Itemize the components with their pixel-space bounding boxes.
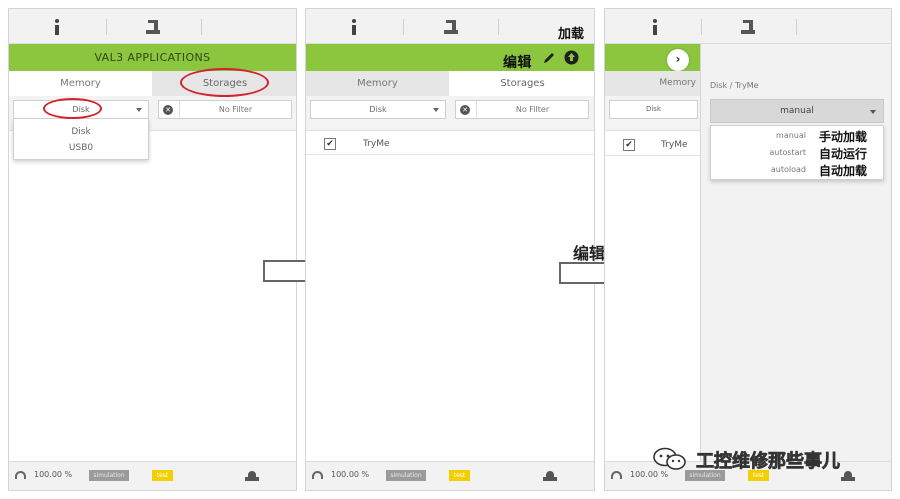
robot-power-icon[interactable] [245,471,259,481]
pencil-icon[interactable] [542,51,556,65]
properties-pane: Disk / TryMe manual manual 手动加载 autostar… [700,44,891,463]
info-icon[interactable] [650,17,660,37]
panel-application-list: 加载 编辑 Memory Storages Disk ✕ No Filter ✔… [305,8,595,491]
toolbar-divider [201,19,202,35]
simulation-badge: simulation [89,470,129,481]
simulation-badge: simulation [386,470,426,481]
mode-option-value: manual [776,131,806,140]
speed-gauge-icon [312,471,323,479]
clear-filter-icon[interactable]: ✕ [163,105,173,115]
toolbar-divider [701,19,702,35]
filter-row: Disk ✕ No Filter [306,96,594,131]
mode-option-autoload[interactable]: autoload 自动加载 [711,162,883,179]
mode-option-autostart[interactable]: autostart 自动运行 [711,145,883,162]
name-filter[interactable]: ✕ No Filter [455,100,589,119]
autorun-mode-value: manual [780,106,814,116]
chevron-down-icon [433,108,439,112]
app-title-bar: VAL3 APPLICATIONS [9,44,296,71]
chevron-down-icon [136,108,142,112]
storage-dropdown: Disk USB0 [13,118,149,160]
info-icon[interactable] [349,17,359,37]
mode-badge: test [449,470,470,481]
mode-option-annotation: 自动加载 [819,164,868,178]
filter-row: Disk [605,96,700,131]
speed-value: 100.00 % [331,470,370,479]
clear-filter-icon[interactable]: ✕ [460,105,470,115]
robot-arm-icon[interactable] [146,18,160,34]
status-bar: 100.00 % simulation test [9,461,296,490]
storage-tabs: Memory Storages [306,71,594,96]
tab-memory[interactable]: Memory [9,71,152,96]
application-name: TryMe [363,139,390,149]
top-toolbar [9,9,296,44]
application-name: TryMe [661,140,688,150]
autorun-mode-dropdown: manual 手动加载 autostart 自动运行 autoload 自动加载 [710,125,884,180]
watermark: 工控维修那些事儿 [652,446,892,472]
speed-gauge-icon [611,471,622,479]
chevron-down-icon [870,110,876,114]
dropdown-option-disk[interactable]: Disk [14,124,148,140]
robot-power-icon[interactable] [543,471,557,481]
highlight-disk-annotation [43,98,102,119]
top-toolbar: 加载 [306,9,594,44]
mode-option-value: autostart [769,148,806,157]
toolbar-divider [796,19,797,35]
robot-power-icon[interactable] [841,471,855,481]
storage-select[interactable]: Disk [310,100,446,119]
toolbar-divider [498,19,499,35]
watermark-text: 工控维修那些事儿 [696,451,841,473]
tab-memory[interactable]: Memory [306,71,449,96]
filter-input[interactable]: No Filter [179,101,291,118]
load-annotation: 加载 [558,27,585,42]
filter-input[interactable]: No Filter [476,101,588,118]
mode-option-annotation: 手动加载 [819,130,868,144]
application-row[interactable]: ✔ TryMe [306,135,594,155]
tab-storages[interactable]: Storages [449,71,594,96]
autorun-mode-select[interactable]: manual [710,99,884,123]
mode-option-annotation: 自动运行 [819,147,868,161]
breadcrumb: Disk / TryMe [710,81,759,90]
name-filter[interactable]: ✕ No Filter [158,100,292,119]
app-action-bar: 编辑 [306,44,594,71]
highlight-storages-annotation [180,68,269,97]
row-checkbox[interactable]: ✔ [324,138,336,150]
dropdown-option-usb0[interactable]: USB0 [14,140,148,156]
mode-option-manual[interactable]: manual 手动加载 [711,128,883,145]
speed-value: 100.00 % [34,470,73,479]
storage-select-value: Disk [369,105,387,114]
status-bar: 100.00 % simulation test [306,461,594,490]
toolbar-divider [106,19,107,35]
panel-storages-selection: VAL3 APPLICATIONS Memory Storages Disk ✕… [8,8,297,491]
top-toolbar [605,9,891,44]
storage-select[interactable]: Disk [609,100,698,119]
robot-arm-icon[interactable] [741,18,755,34]
toolbar-divider [403,19,404,35]
wechat-logo-icon [653,447,686,470]
mode-badge: test [152,470,173,481]
row-checkbox[interactable]: ✔ [623,139,635,151]
chevron-right-icon[interactable]: › [667,49,689,71]
load-icon[interactable] [564,50,579,65]
application-row[interactable]: ✔ TryMe [605,136,700,156]
panel-application-properties: › Memory Disk ✔ TryMe Disk / TryMe manua… [604,8,892,491]
storage-select-value: Disk [645,105,662,113]
robot-arm-icon[interactable] [444,18,458,34]
info-icon[interactable] [52,17,62,37]
speed-gauge-icon [15,471,26,479]
tab-memory[interactable]: Memory [605,71,700,96]
mode-option-value: autoload [770,165,806,174]
